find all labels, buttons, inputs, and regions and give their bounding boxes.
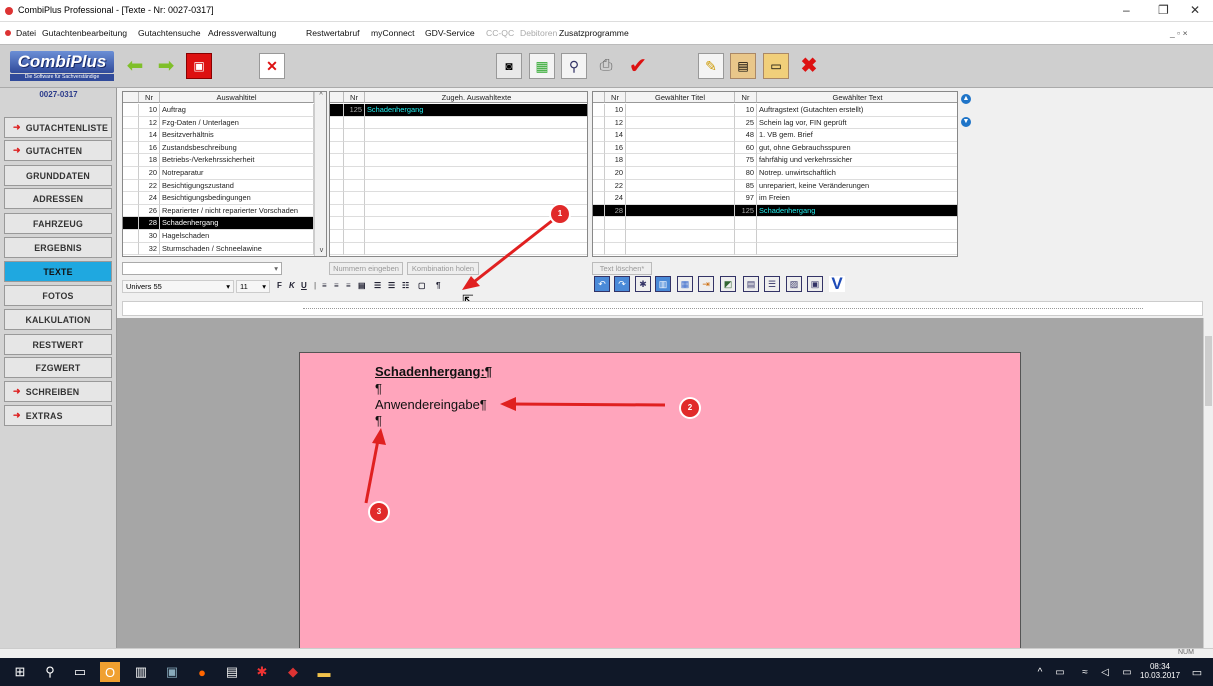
annotation-arrow-1 [469,218,554,287]
chevron-up-icon[interactable]: ^ [1030,662,1050,682]
annotation-arrow-2 [509,402,666,407]
combiplus-taskbar-icon[interactable]: ◆ [283,662,303,682]
annotation-arrowhead-3 [372,428,386,445]
notepad-icon[interactable]: ▤ [222,662,242,682]
annotation-badge-1: 1 [551,205,569,223]
wifi-icon[interactable]: ≈ [1075,662,1095,682]
annotation-arrow-3 [364,439,380,504]
keyboard-icon[interactable]: ▭ [1117,662,1137,682]
volume-icon[interactable]: ◁ [1095,662,1115,682]
windows-start-icon[interactable]: ⊞ [10,662,30,682]
paint-icon[interactable]: ✱ [252,662,272,682]
explorer-icon[interactable]: ▬ [314,662,334,682]
firefox-icon[interactable]: ● [192,662,212,682]
outlook-icon[interactable]: O [100,662,120,682]
clock-time: 08:34 [1149,662,1171,671]
remote-desktop-icon[interactable]: ▣ [162,662,182,682]
clock-date: 10.03.2017 [1140,671,1181,680]
num-lock-indicator: NUM [1178,649,1194,656]
taskbar: ⊞ ⚲ ▭ O ▥ ▣ ● ▤ ✱ ◆ ▬ ^ ▭ ≈ ◁ ▭ 08:34 10… [0,658,1213,686]
clock[interactable]: 08:34 10.03.2017 [1140,662,1180,680]
network-icon[interactable]: ▭ [1050,662,1070,682]
annotation-overlay [364,218,666,504]
annotation-arrowhead-2 [500,397,516,411]
annotation-badge-2: 2 [681,399,699,417]
annotation-badge-3: 3 [370,503,388,521]
notification-icon[interactable]: ▭ [1187,662,1207,682]
task-view-icon[interactable]: ▭ [70,662,90,682]
office-icon[interactable]: ▥ [131,662,151,682]
search-icon[interactable]: ⚲ [40,662,60,682]
status-bar: NUM [0,648,1213,658]
